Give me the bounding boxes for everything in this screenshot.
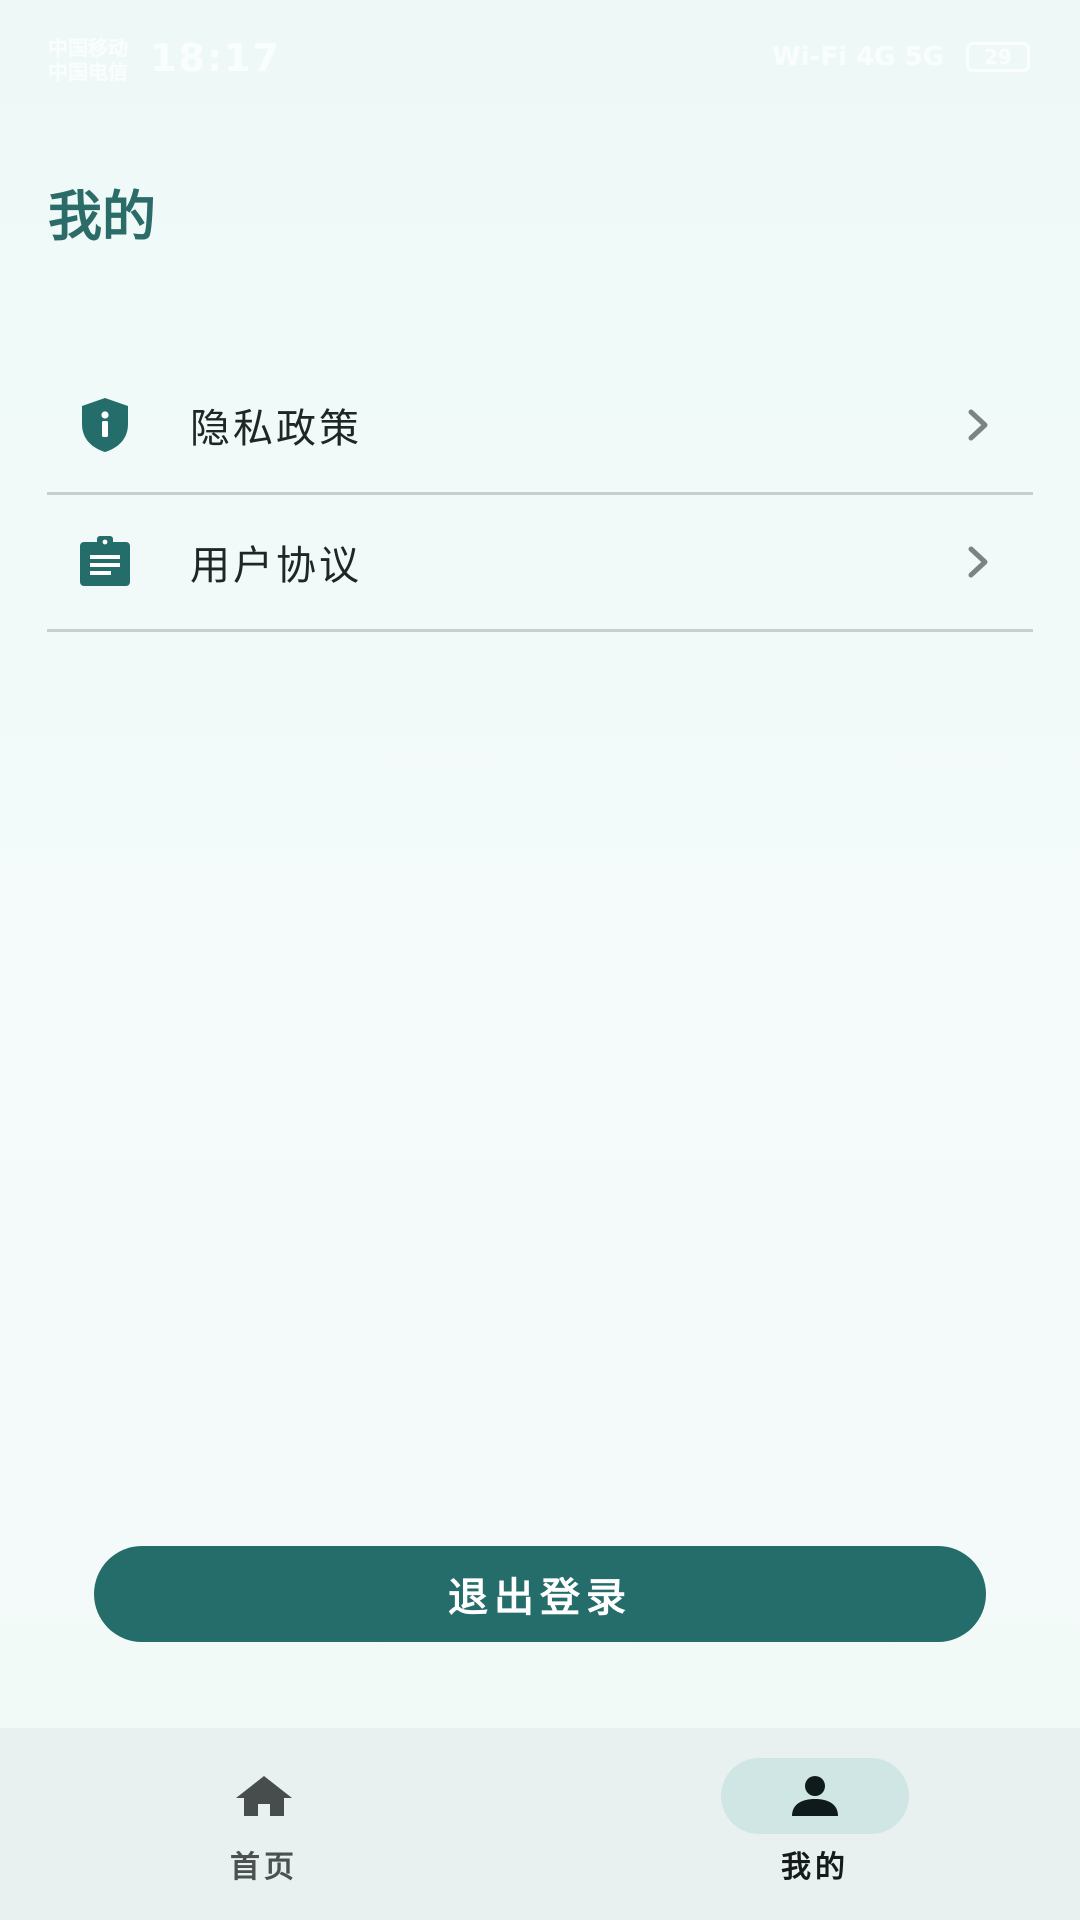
menu-item-label: 用户协议 [190,543,362,589]
carrier-line-2: 中国电信 [48,60,128,84]
home-icon [170,1758,358,1834]
menu-item-user-agreement[interactable]: 用户协议 [47,495,1033,632]
status-time: 18:17 [150,36,281,80]
menu-item-privacy-policy[interactable]: 隐私政策 [47,358,1033,495]
logout-button[interactable]: 退出登录 [94,1546,986,1642]
chevron-right-icon [963,544,993,580]
nav-item-mine[interactable]: 我的 [665,1728,965,1920]
clipboard-icon [76,533,134,591]
status-bar: 中国移动 中国电信 18:17 Wi-Fi 4G 5G 29 [0,0,1080,110]
person-icon [721,1758,909,1834]
signal-indicators: Wi-Fi 4G 5G [771,42,944,72]
carrier-info: 中国移动 中国电信 [48,36,128,84]
menu-list: 隐私政策 用户协议 [47,358,1033,632]
mine-screen: 中国移动 中国电信 18:17 Wi-Fi 4G 5G 29 我的 隐私政策 用… [0,0,1080,1920]
menu-item-label: 隐私政策 [190,406,362,452]
shield-info-icon [76,396,134,454]
nav-label-mine: 我的 [781,1850,849,1885]
nav-label-home: 首页 [230,1850,298,1885]
page-title: 我的 [48,185,156,248]
battery-icon: 29 [966,42,1030,72]
chevron-right-icon [963,407,993,443]
bottom-navigation: 首页 我的 [0,1728,1080,1920]
carrier-line-1: 中国移动 [48,36,128,60]
nav-item-home[interactable]: 首页 [114,1728,414,1920]
status-indicators: Wi-Fi 4G 5G 29 [772,42,1030,72]
